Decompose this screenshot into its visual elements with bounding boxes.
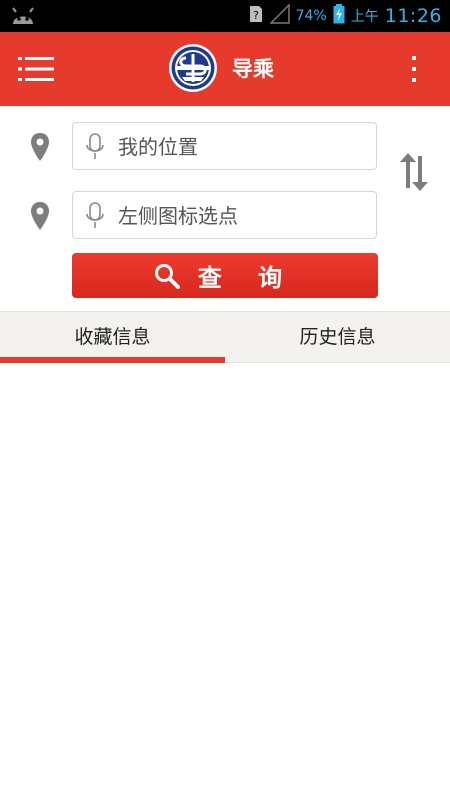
status-right: ? 74% 上午 11:26 — [248, 0, 442, 32]
microphone-icon[interactable] — [85, 202, 105, 230]
origin-placeholder: 我的位置 — [118, 135, 198, 159]
microphone-icon[interactable] — [85, 133, 105, 161]
destination-placeholder: 左侧图标选点 — [118, 204, 238, 228]
origin-input[interactable]: 我的位置 — [72, 122, 377, 170]
app-title: 导乘 — [232, 57, 274, 81]
tab-history[interactable]: 历史信息 — [225, 312, 450, 362]
overflow-menu-button[interactable] — [404, 54, 424, 84]
clock-ampm: 上午 — [350, 9, 379, 25]
tab-favorites[interactable]: 收藏信息 — [0, 312, 225, 362]
active-tab-indicator — [0, 357, 225, 363]
clock-time: 11:26 — [384, 5, 442, 27]
app-header: 导乘 — [0, 32, 450, 106]
swap-button[interactable] — [396, 152, 432, 192]
android-icon — [10, 6, 36, 26]
destination-input[interactable]: 左侧图标选点 — [72, 191, 377, 239]
tab-content-area — [0, 364, 450, 800]
signal-percent: 74% — [295, 8, 327, 24]
svg-text:?: ? — [253, 9, 259, 22]
battery-charging-icon — [333, 4, 345, 28]
query-button[interactable]: 查 询 — [72, 253, 378, 298]
query-label: 查 询 — [197, 264, 297, 292]
location-pin-icon[interactable] — [28, 201, 52, 231]
more-vert-icon — [412, 56, 416, 82]
swap-icon — [400, 153, 428, 191]
menu-button[interactable] — [18, 54, 54, 84]
location-pin-icon[interactable] — [28, 132, 52, 162]
tab-bar: 收藏信息 历史信息 — [0, 311, 450, 363]
logo — [168, 43, 218, 93]
signal-icon — [268, 3, 290, 28]
search-icon — [154, 263, 180, 289]
status-bar: ? 74% 上午 11:26 — [0, 0, 450, 32]
menu-icon — [18, 57, 54, 81]
sim-unknown-icon: ? — [248, 4, 264, 28]
